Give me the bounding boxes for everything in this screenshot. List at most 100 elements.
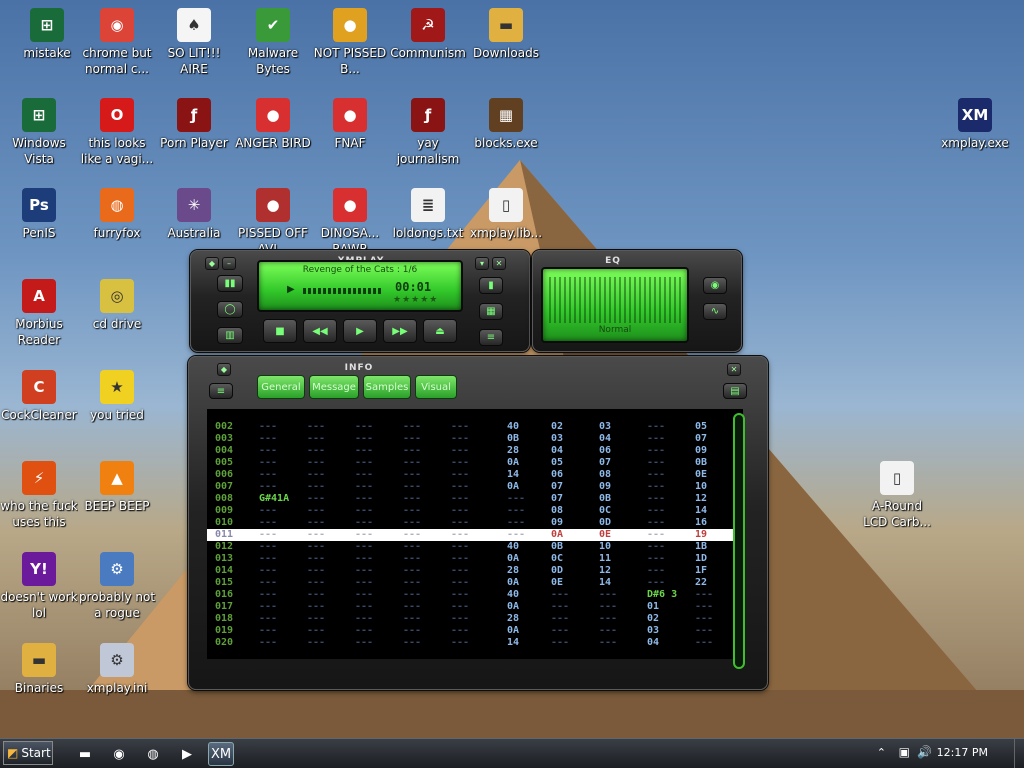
taskbar-pin[interactable]: ◍ <box>140 742 166 766</box>
desktop-icon[interactable]: ▦ blocks.exe <box>467 98 545 151</box>
taskbar-pin[interactable]: ◉ <box>106 742 132 766</box>
desktop-icon[interactable]: ⚙ probably not a rogue <box>78 552 156 621</box>
pattern-row[interactable]: 010------------------090D---160 <box>207 517 743 529</box>
volume-button[interactable]: ▥ <box>217 327 243 344</box>
position-bar[interactable] <box>303 288 383 294</box>
eq-window[interactable]: EQ Normal ◉ ∿ <box>532 250 742 352</box>
side-button-3[interactable]: ≡ <box>479 329 503 346</box>
desktop-icon[interactable]: ● NOT PISSED B... <box>311 8 389 77</box>
network-icon[interactable]: ▣ <box>899 745 910 759</box>
stop-button[interactable]: ■ <box>263 319 297 343</box>
desktop-icon[interactable]: ▲ BEEP BEEP <box>78 461 156 514</box>
pattern-row[interactable]: 007---------------0A0709---100 <box>207 481 743 493</box>
desktop-icon[interactable]: Y! doesn't work lol <box>0 552 78 621</box>
pattern-row[interactable]: 012---------------400B10---1B1 <box>207 541 743 553</box>
desktop-icon[interactable]: ▯ xmplay.lib... <box>467 188 545 241</box>
pattern-row[interactable]: 011------------------0A0E---190 <box>207 529 743 541</box>
tab-message[interactable]: Message <box>309 375 359 399</box>
taskbar-pin[interactable]: ▶ <box>174 742 200 766</box>
eq-display[interactable]: Normal <box>541 267 689 343</box>
tab-visual[interactable]: Visual <box>415 375 457 399</box>
desktop-icon[interactable]: Othis looks like a vagi... <box>78 98 156 167</box>
desktop-icon[interactable]: ◍ furryfox <box>78 188 156 241</box>
tab-samples[interactable]: Samples <box>363 375 411 399</box>
track-display[interactable]: Revenge of the Cats : 1/6 ▶ 00:01 ★★★★★ <box>257 260 463 312</box>
desktop-icon[interactable]: ● DINOSA... RAWR <box>311 188 389 257</box>
pattern-row[interactable]: 009------------------080C---140 <box>207 505 743 517</box>
desktop-icon[interactable]: A Morbius Reader <box>0 279 78 348</box>
pattern-row[interactable]: 017---------------0A------01------ <box>207 601 743 613</box>
volume-icon[interactable]: 🔊 <box>917 745 932 759</box>
taskbar-pin[interactable]: ▬ <box>72 742 98 766</box>
play-state-icon: ▶ <box>287 284 295 295</box>
pattern-row[interactable]: 002---------------400203---0503 <box>207 421 743 433</box>
desktop-icon[interactable]: ≣ loldongs.txt <box>389 188 467 241</box>
desktop-icon[interactable]: Ps PenIS <box>0 188 78 241</box>
minimize-icon[interactable]: – <box>222 257 236 270</box>
pattern-row[interactable]: 016---------------40------D#6 3------ <box>207 589 743 601</box>
desktop-icon[interactable]: ● ANGER BIRD <box>234 98 312 151</box>
desktop-icon[interactable]: ⚡ who the fuck uses this <box>0 461 78 530</box>
clock[interactable]: 12:17 PM <box>937 746 988 759</box>
eject-button[interactable]: ⏏ <box>423 319 457 343</box>
shade-icon[interactable]: ▾ <box>475 257 489 270</box>
desktop-icon[interactable]: ▬ Downloads <box>467 8 545 61</box>
pattern-row[interactable]: 015---------------0A0E14---221 <box>207 577 743 589</box>
show-desktop-button[interactable] <box>1014 739 1024 768</box>
desktop-icon[interactable]: ● FNAF <box>311 98 389 151</box>
show-hidden-icons-icon[interactable]: ⌃ <box>877 746 886 759</box>
pattern-row[interactable]: 003---------------0B0304---070 <box>207 433 743 445</box>
side-button-2[interactable]: ▦ <box>479 303 503 320</box>
desktop-icon[interactable]: ◉ chrome but normal c... <box>78 8 156 77</box>
desktop-icon[interactable]: ★ you tried <box>78 370 156 423</box>
playlist-button[interactable]: ▮▮ <box>217 275 243 292</box>
info-window[interactable]: INFO ◆ ✕ ≡ ▤ General Message Samples Vis… <box>188 356 768 690</box>
start-button[interactable]: ◩ Start <box>3 741 53 765</box>
info-left-button[interactable]: ≡ <box>209 383 233 399</box>
pattern-row[interactable]: 004---------------280406---090 <box>207 445 743 457</box>
pattern-row[interactable]: 005---------------0A0507---0B0 <box>207 457 743 469</box>
eq-curve-button[interactable]: ∿ <box>703 303 727 320</box>
desktop-icon[interactable]: C CockCleaner <box>0 370 78 423</box>
pattern-scrollbar[interactable] <box>733 413 745 669</box>
desktop-icon[interactable]: ⊞ mistake <box>8 8 86 61</box>
desktop-icon[interactable]: ▯ A-Round LCD Carb... <box>858 461 936 530</box>
desktop-icon[interactable]: ☭ Communism <box>389 8 467 61</box>
desktop-icon[interactable]: ◎ cd drive <box>78 279 156 332</box>
pattern-row[interactable]: 008G#41A---------------070B---120 <box>207 493 743 505</box>
menu-icon[interactable]: ◆ <box>205 257 219 270</box>
eq-power-button[interactable]: ◉ <box>703 277 727 294</box>
info-close-icon[interactable]: ✕ <box>727 363 741 376</box>
desktop-icon[interactable]: XM xmplay.exe <box>936 98 1014 151</box>
pattern-row[interactable]: 019---------------0A------03------ <box>207 625 743 637</box>
desktop-icon[interactable]: ♠ SO LIT!!! AIRE <box>155 8 233 77</box>
pattern-row[interactable]: 018---------------28------02------ <box>207 613 743 625</box>
desktop-icon[interactable]: ƒ Porn Player <box>155 98 233 151</box>
taskbar-pin[interactable]: XM <box>208 742 234 766</box>
close-icon[interactable]: ✕ <box>492 257 506 270</box>
desktop[interactable]: ⊞ mistake ◉ chrome but normal c... ♠ SO LIT!!… <box>0 0 1024 738</box>
desktop-icon[interactable]: ƒ yay journalism <box>389 98 467 167</box>
pattern-view[interactable]: 002---------------400203---0503003------… <box>207 409 743 659</box>
side-button-1[interactable]: ▮ <box>479 277 503 294</box>
desktop-icon[interactable]: ⊞ Windows Vista <box>0 98 78 167</box>
pattern-row[interactable]: 014---------------280D12---1F1 <box>207 565 743 577</box>
tab-general[interactable]: General <box>257 375 305 399</box>
desktop-icon[interactable]: ▬ Binaries <box>0 643 78 696</box>
pattern-row[interactable]: 020---------------14------04------ <box>207 637 743 649</box>
desktop-icon[interactable]: ✳ Australia <box>155 188 233 241</box>
xmplay-main-window[interactable]: XMPLAY ◆ – ▾ ✕ Revenge of the Cats : 1/6… <box>190 250 530 352</box>
desktop-icon[interactable]: ⚙ xmplay.ini <box>78 643 156 696</box>
pattern-row[interactable]: 013---------------0A0C11---1D1 <box>207 553 743 565</box>
loop-button[interactable]: ◯ <box>217 301 243 318</box>
desktop-icon[interactable]: ● PISSED OFF AVI... <box>234 188 312 257</box>
rating-stars[interactable]: ★★★★★ <box>393 295 438 305</box>
desktop-icon[interactable]: ✔ Malware Bytes <box>234 8 312 77</box>
info-menu-icon[interactable]: ◆ <box>217 363 231 376</box>
file-icon: ▯ <box>880 461 914 495</box>
rewind-button[interactable]: ◀◀ <box>303 319 337 343</box>
fast-forward-button[interactable]: ▶▶ <box>383 319 417 343</box>
play-button[interactable]: ▶ <box>343 319 377 343</box>
pattern-row[interactable]: 006---------------140608---0E0 <box>207 469 743 481</box>
info-right-button[interactable]: ▤ <box>723 383 747 399</box>
